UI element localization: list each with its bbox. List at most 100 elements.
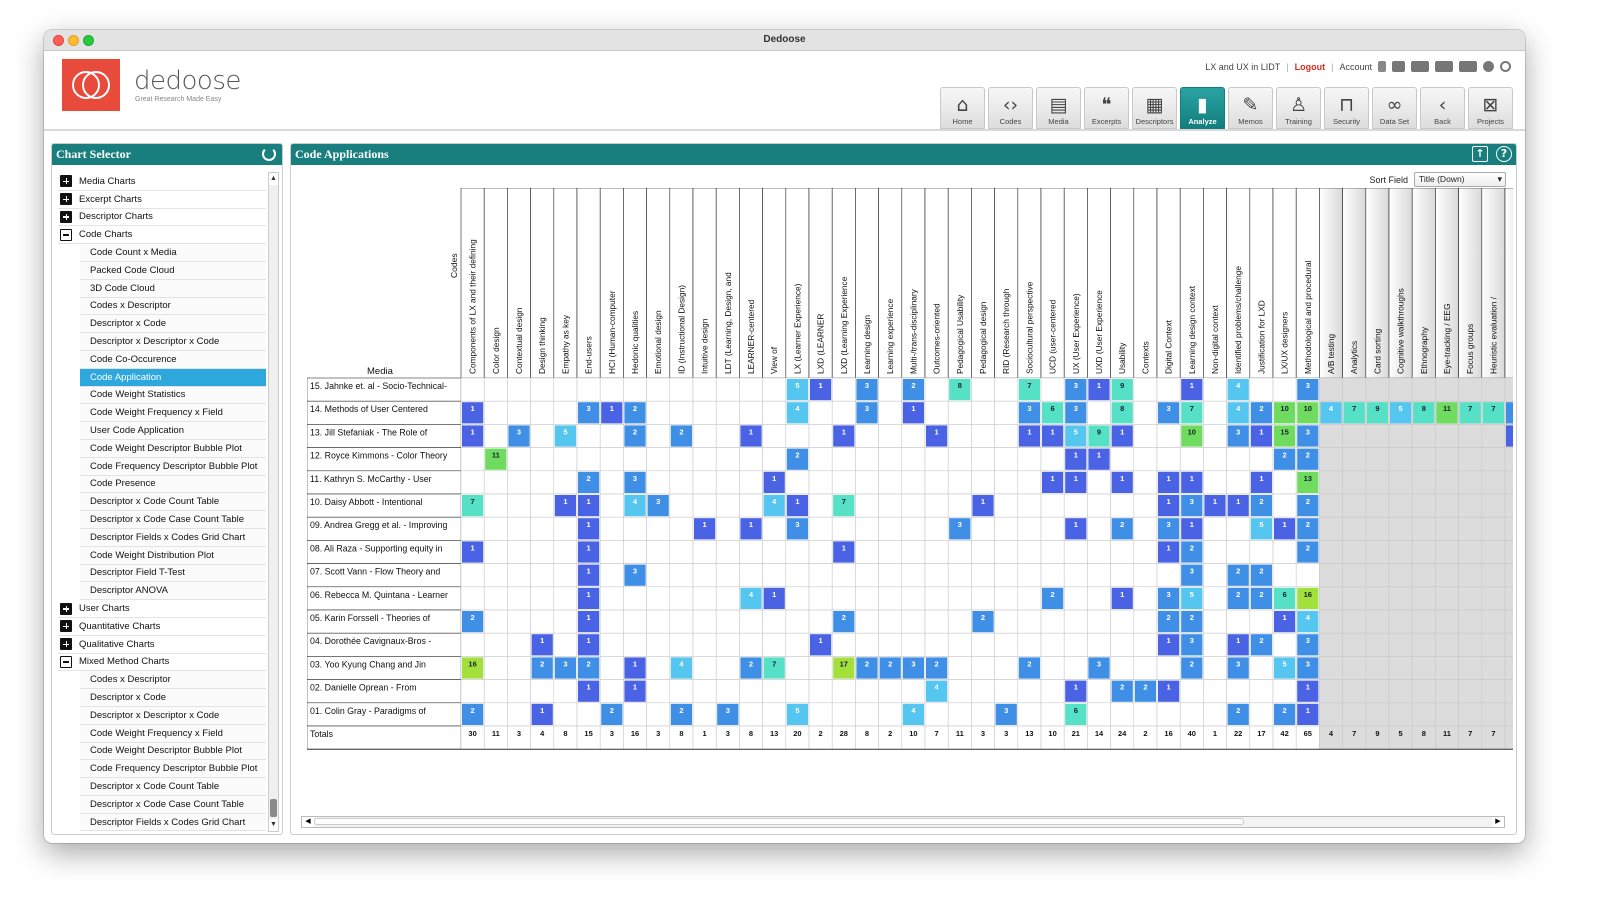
value-label: 2 [1120, 520, 1124, 529]
tree-item[interactable]: Code Presence [80, 475, 266, 494]
nav-analyze-button[interactable]: ▮ Analyze [1180, 87, 1225, 129]
grid-h-scrollbar[interactable]: ◀ ▶ [301, 816, 1505, 828]
tree-item[interactable]: Code Weight Descriptor Bubble Plot [80, 742, 266, 761]
grid-cell [553, 470, 578, 495]
column-label: ID (Instructional Design) [676, 285, 686, 374]
users-icon[interactable] [1435, 61, 1453, 72]
account-link[interactable]: Account [1339, 62, 1372, 72]
h-scroll-thumb[interactable] [314, 818, 1244, 825]
tree-item[interactable]: Code Weight Statistics [80, 386, 266, 405]
tree-item[interactable]: Descriptor x Code [80, 689, 266, 707]
expand-icon[interactable] [60, 602, 72, 615]
tree-item[interactable]: Code Weight Frequency x Field [80, 404, 266, 423]
scroll-right-icon[interactable]: ▶ [1492, 817, 1504, 827]
grid-cell [1319, 447, 1343, 472]
tree-group[interactable]: Descriptor Charts [58, 209, 266, 227]
tree-item[interactable]: Code Frequency Descriptor Bubble Plot [80, 760, 266, 779]
speaker-icon[interactable] [1392, 61, 1405, 72]
grid-cell [878, 516, 903, 541]
tree-item[interactable]: Packed Code Cloud [80, 261, 266, 280]
expand-icon[interactable] [60, 620, 72, 633]
tree-group[interactable]: Media Charts [58, 173, 266, 191]
tree-item[interactable]: Code Weight Frequency x Field [80, 724, 266, 743]
scroll-up-icon[interactable]: ▲ [269, 173, 278, 185]
tree-label: Descriptor Charts [79, 211, 153, 223]
expand-icon[interactable] [60, 193, 72, 206]
refresh-icon[interactable] [262, 147, 276, 161]
expand-icon[interactable] [60, 210, 72, 223]
column-label: Learning experience [885, 298, 895, 374]
column-label: Design thinking [537, 317, 547, 374]
tree-item[interactable]: Codes x Descriptor [80, 297, 266, 316]
expand-icon[interactable] [60, 175, 72, 188]
export-icon[interactable]: ↑ [1472, 146, 1488, 162]
scroll-thumb[interactable] [270, 799, 277, 817]
nav-media-button[interactable]: ▤ Media [1036, 87, 1081, 129]
value-label: 2 [679, 706, 683, 715]
nav-data-set-button[interactable]: ∞ Data Set [1372, 87, 1417, 129]
tree-item[interactable]: Descriptor Fields x Codes Grid Chart [80, 528, 266, 547]
tree-group[interactable]: Qualitative Charts [58, 636, 266, 654]
tree-item[interactable]: Code Weight Descriptor Bubble Plot [80, 439, 266, 458]
grid-cell [1017, 470, 1042, 495]
nav-codes-button[interactable]: ‹› Codes [988, 87, 1033, 129]
tree-item[interactable]: Descriptor x Code Case Count Table [80, 795, 266, 814]
nav-home-button[interactable]: ⌂ Home [940, 87, 985, 129]
tree-item[interactable]: Descriptor x Code Count Table [80, 778, 266, 796]
tree-item[interactable]: Code Frequency Descriptor Bubble Plot [80, 457, 266, 476]
value-label: 7 [842, 497, 846, 506]
tree-group[interactable]: Excerpt Charts [58, 191, 266, 209]
tree-item[interactable]: Descriptor ANOVA [80, 582, 266, 601]
chat-check-icon[interactable] [1411, 61, 1429, 72]
tree-item[interactable]: Descriptor x Code Count Table [80, 493, 266, 512]
nav-memos-button[interactable]: ✎ Memos [1228, 87, 1273, 129]
nav-excerpts-button[interactable]: ❝ Excerpts [1084, 87, 1129, 129]
tree-item[interactable]: Descriptor Field T-Test [80, 564, 266, 583]
tree-item[interactable]: Code Co-Occurence [80, 350, 266, 369]
grid-cell [971, 400, 995, 425]
grid-cell [1342, 632, 1367, 657]
tree-item[interactable]: Code Count x Media [80, 244, 266, 262]
tree-item[interactable]: Descriptor x Code [80, 315, 266, 334]
grid-cell [1203, 656, 1227, 680]
tree-item[interactable]: Descriptor x Code Case Count Table [80, 511, 266, 529]
collapse-icon[interactable] [60, 228, 72, 241]
mail-icon[interactable] [1459, 61, 1477, 72]
help-icon[interactable]: ? [1496, 146, 1512, 162]
chart-selector-title: Chart Selector [56, 147, 131, 161]
help-icon[interactable] [1483, 61, 1494, 72]
tree-group[interactable]: User Charts [58, 600, 266, 618]
nav-back-button[interactable]: ‹ Back [1420, 87, 1465, 129]
nav-projects-button[interactable]: ⊠ Projects [1468, 87, 1513, 129]
nav-security-button[interactable]: ⊓ Security [1324, 87, 1369, 129]
tree-item[interactable]: Descriptor Fields x Codes Grid Chart [80, 813, 266, 832]
scroll-left-icon[interactable]: ◀ [302, 817, 314, 827]
grid-cell [1179, 702, 1204, 727]
grid-cell [1435, 563, 1459, 588]
nav-descriptors-button[interactable]: ▦ Descriptors [1132, 87, 1177, 129]
grid-cell [1087, 516, 1111, 541]
tree-item[interactable]: Descriptor x Descriptor x Code [80, 333, 266, 351]
collapse-icon[interactable] [60, 655, 72, 668]
expand-icon[interactable] [60, 638, 72, 651]
tree-group[interactable]: Mixed Method Charts [58, 654, 266, 672]
tree-item[interactable]: Descriptor x Descriptor x Code [80, 706, 266, 725]
tree-group[interactable]: Quantitative Charts [58, 618, 266, 636]
tree-scrollbar[interactable]: ▲ ▼ [268, 172, 279, 832]
column-label: Learning design context [1187, 285, 1197, 374]
tree-group[interactable]: Code Charts [58, 226, 266, 245]
sort-field-select[interactable]: Title (Down) [1414, 172, 1506, 187]
project-name-link[interactable]: LX and UX in LIDT [1205, 62, 1280, 72]
refresh-icon[interactable] [1500, 61, 1511, 72]
grid-cell [1226, 470, 1251, 495]
pin-icon[interactable] [1378, 61, 1386, 72]
scroll-down-icon[interactable]: ▼ [269, 819, 278, 831]
tree-item[interactable]: User Code Application [80, 422, 266, 440]
tree-item[interactable]: 3D Code Cloud [80, 279, 266, 298]
tree-item[interactable]: Codes x Descriptor [80, 671, 266, 690]
tree-item[interactable]: Code Weight Distribution Plot [80, 546, 266, 565]
logout-link[interactable]: Logout [1295, 62, 1326, 72]
tree-item[interactable]: Code Application [80, 368, 266, 387]
tree-label: Descriptor x Code [90, 318, 167, 330]
nav-training-button[interactable]: ♙ Training [1276, 87, 1321, 129]
